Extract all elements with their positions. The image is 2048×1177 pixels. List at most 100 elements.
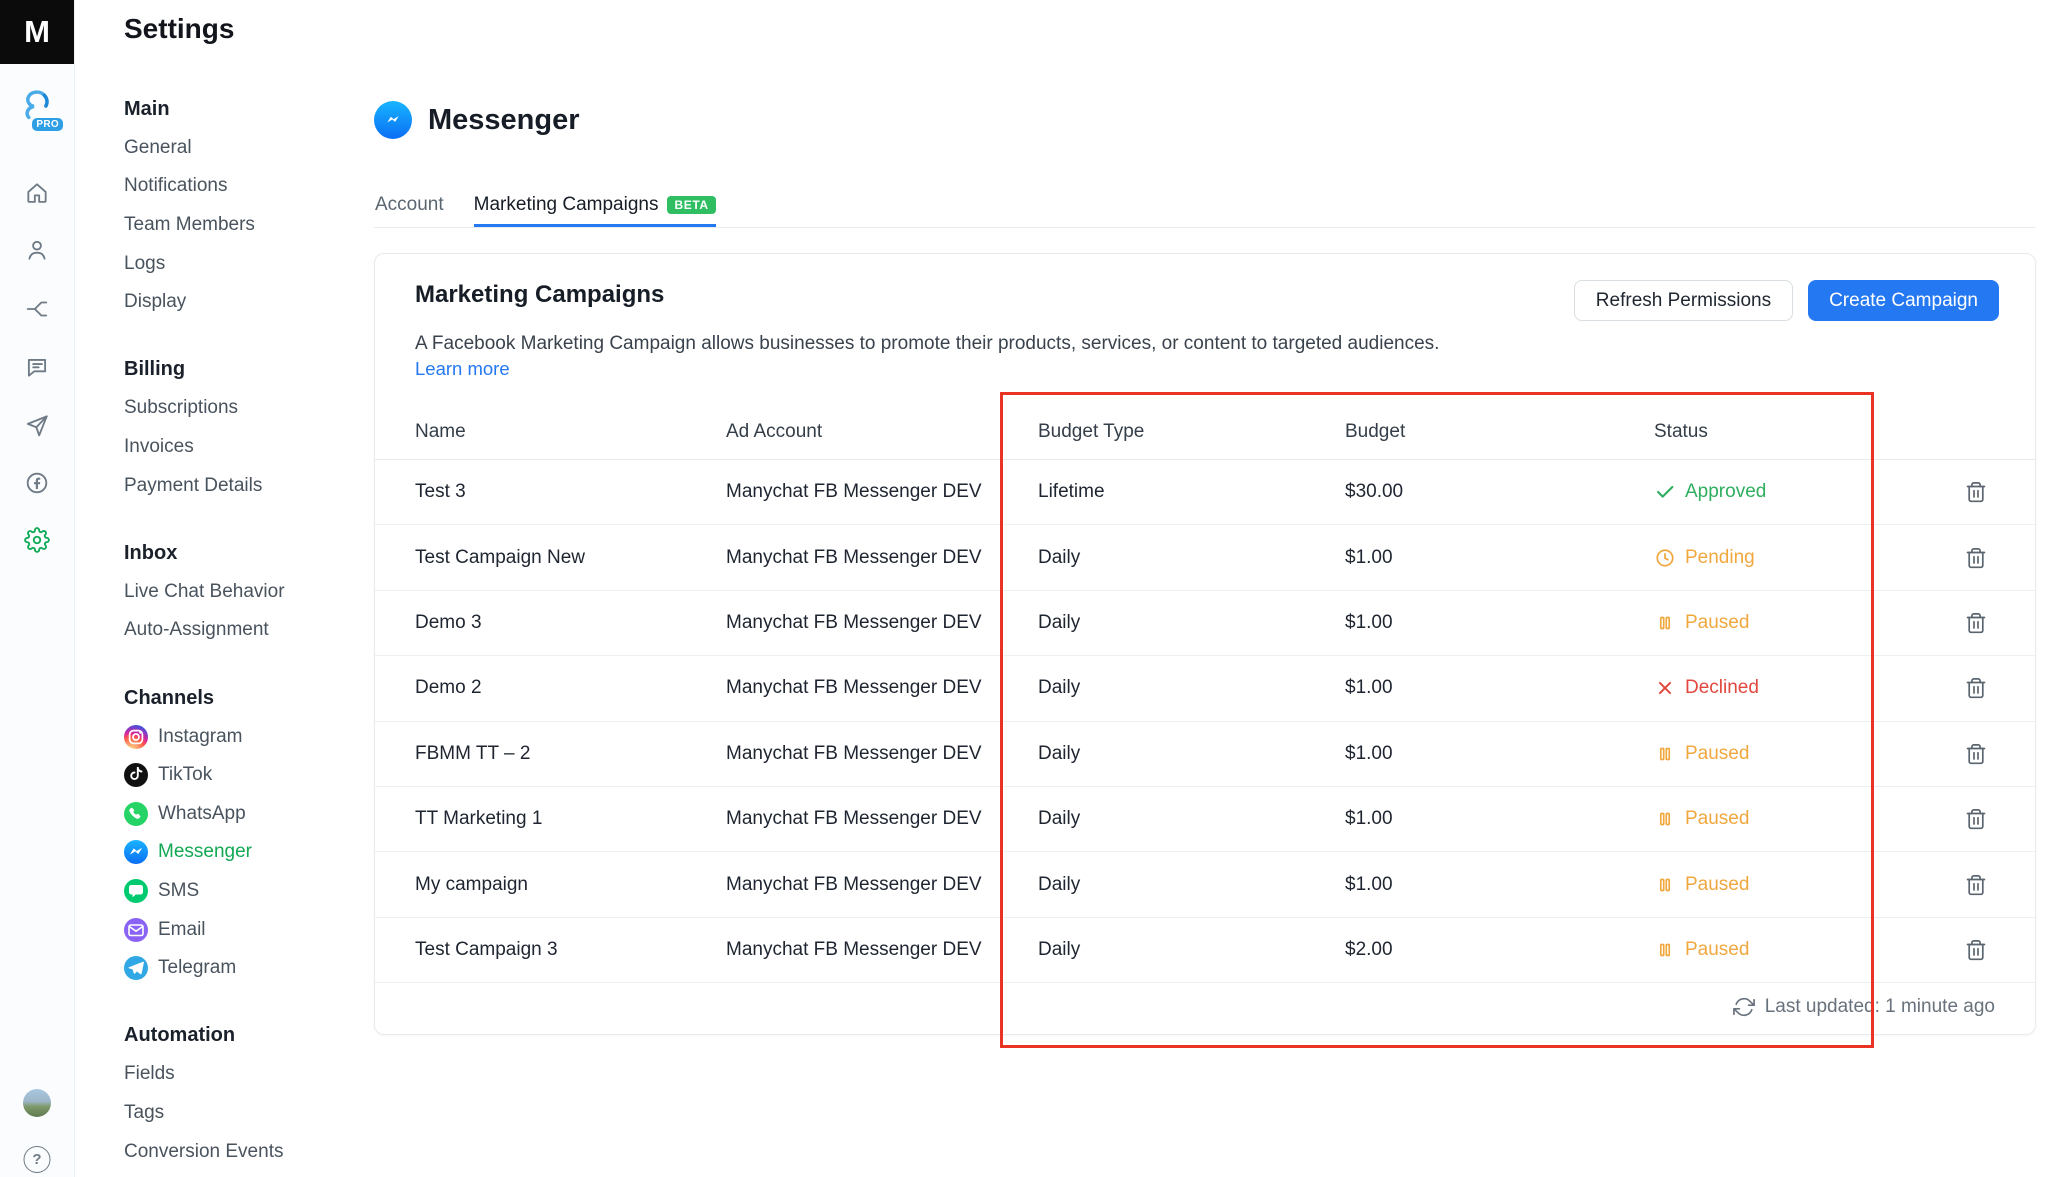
sidebar-item-general[interactable]: General (124, 129, 384, 168)
sidebar-item-instagram[interactable]: Instagram (124, 717, 384, 756)
sidebar-item-tiktok[interactable]: TikTok (124, 756, 384, 795)
ad-account: Manychat FB Messenger DEV (726, 874, 1038, 896)
automation-nav[interactable] (24, 296, 50, 322)
help-button[interactable]: ? (24, 1146, 51, 1173)
create-campaign-button[interactable]: Create Campaign (1808, 280, 1999, 321)
delete-campaign-button[interactable] (1964, 611, 1988, 635)
column-header-status: Status (1654, 421, 1904, 443)
table-row: Demo 3 Manychat FB Messenger DEV Daily $… (375, 591, 2035, 656)
delete-campaign-button[interactable] (1964, 742, 1988, 766)
sidebar-item-fields[interactable]: Fields (124, 1055, 384, 1094)
tab-account[interactable]: Account (375, 186, 444, 227)
campaign-name: Demo 3 (415, 612, 726, 634)
pro-account-logo[interactable]: PRO (15, 85, 59, 133)
contacts-nav[interactable] (24, 237, 50, 263)
sidebar-item-payment-details[interactable]: Payment Details (124, 466, 384, 505)
delete-campaign-button[interactable] (1964, 938, 1988, 962)
pro-badge: PRO (30, 116, 65, 133)
delete-campaign-button[interactable] (1964, 873, 1988, 897)
sidebar-item-notifications[interactable]: Notifications (124, 167, 384, 206)
messenger-icon (124, 840, 148, 864)
sidebar-item-display[interactable]: Display (124, 283, 384, 322)
budget-type: Daily (1038, 612, 1345, 634)
sidebar-item-conversion-events[interactable]: Conversion Events (124, 1132, 384, 1171)
settings-nav: Main General Notifications Team Members … (124, 90, 384, 1171)
status-badge: Paused (1654, 874, 1904, 896)
manychat-logo[interactable]: M (0, 0, 74, 64)
trash-icon (1964, 938, 1988, 962)
budget: $1.00 (1345, 677, 1654, 699)
nav-section-channels: Channels Instagram (124, 679, 384, 988)
campaigns-table: Name Ad Account Budget Type Budget Statu… (375, 404, 2035, 1031)
sidebar-item-live-chat-behavior[interactable]: Live Chat Behavior (124, 573, 384, 612)
channel-label: SMS (158, 880, 199, 902)
status-badge: Paused (1654, 612, 1904, 634)
live-chat-nav[interactable] (24, 354, 50, 380)
broadcast-nav[interactable] (24, 412, 50, 438)
channel-header: Messenger (374, 101, 580, 139)
delete-campaign-button[interactable] (1964, 546, 1988, 570)
budget: $2.00 (1345, 939, 1654, 961)
status-badge: Paused (1654, 939, 1904, 961)
paused-icon (1654, 612, 1676, 634)
card-title: Marketing Campaigns (415, 281, 664, 309)
sidebar-item-logs[interactable]: Logs (124, 244, 384, 283)
whatsapp-icon (124, 802, 148, 826)
sidebar-item-email[interactable]: Email (124, 910, 384, 949)
refresh-status-button[interactable] (1733, 996, 1755, 1018)
tab-label: Marketing Campaigns (474, 194, 659, 216)
ad-account: Manychat FB Messenger DEV (726, 547, 1038, 569)
sidebar-item-tags[interactable]: Tags (124, 1094, 384, 1133)
delete-campaign-button[interactable] (1964, 676, 1988, 700)
sidebar-item-messenger[interactable]: Messenger (124, 833, 384, 872)
delete-campaign-button[interactable] (1964, 480, 1988, 504)
card-buttons: Refresh Permissions Create Campaign (1574, 280, 1999, 321)
nav-section-billing: Billing Subscriptions Invoices Payment D… (124, 351, 384, 505)
nav-section-title: Main (124, 90, 384, 129)
table-row: TT Marketing 1 Manychat FB Messenger DEV… (375, 787, 2035, 852)
delete-campaign-button[interactable] (1964, 807, 1988, 831)
status-badge: Declined (1654, 677, 1904, 699)
learn-more-link[interactable]: Learn more (415, 358, 510, 380)
status-badge: Pending (1654, 547, 1904, 569)
ad-account: Manychat FB Messenger DEV (726, 612, 1038, 634)
campaign-name: Test 3 (415, 481, 726, 503)
email-icon (124, 918, 148, 942)
table-row: Demo 2 Manychat FB Messenger DEV Daily $… (375, 656, 2035, 721)
campaign-name: Demo 2 (415, 677, 726, 699)
paused-icon (1654, 808, 1676, 830)
chat-bubble-icon (24, 354, 50, 380)
sidebar-item-sms[interactable]: SMS (124, 872, 384, 911)
sidebar-item-auto-assignment[interactable]: Auto-Assignment (124, 611, 384, 650)
pending-clock-icon (1654, 547, 1676, 569)
nav-section-main: Main General Notifications Team Members … (124, 90, 384, 322)
sms-icon (124, 879, 148, 903)
budget-type: Daily (1038, 743, 1345, 765)
card-description: A Facebook Marketing Campaign allows bus… (415, 333, 1439, 355)
trash-icon (1964, 676, 1988, 700)
trash-icon (1964, 742, 1988, 766)
sidebar-item-team-members[interactable]: Team Members (124, 206, 384, 245)
automation-flow-icon (24, 296, 50, 322)
home-nav[interactable] (24, 180, 50, 206)
sidebar-item-subscriptions[interactable]: Subscriptions (124, 389, 384, 428)
channel-title: Messenger (428, 104, 580, 137)
tab-label: Account (375, 194, 444, 216)
sidebar-item-telegram[interactable]: Telegram (124, 949, 384, 988)
icon-rail: M PRO (0, 0, 75, 1177)
sidebar-item-whatsapp[interactable]: WhatsApp (124, 795, 384, 834)
sidebar-item-invoices[interactable]: Invoices (124, 428, 384, 467)
budget: $1.00 (1345, 743, 1654, 765)
refresh-permissions-button[interactable]: Refresh Permissions (1574, 280, 1793, 321)
settings-nav[interactable] (24, 527, 50, 553)
budget: $1.00 (1345, 612, 1654, 634)
campaign-name: Test Campaign 3 (415, 939, 726, 961)
paused-icon (1654, 939, 1676, 961)
tiktok-icon (124, 763, 148, 787)
tab-marketing-campaigns[interactable]: Marketing Campaigns BETA (474, 186, 716, 227)
channel-label: Instagram (158, 726, 242, 748)
budget: $30.00 (1345, 481, 1654, 503)
user-avatar[interactable] (23, 1089, 51, 1117)
facebook-nav[interactable] (24, 470, 50, 496)
paper-plane-icon (24, 412, 50, 438)
